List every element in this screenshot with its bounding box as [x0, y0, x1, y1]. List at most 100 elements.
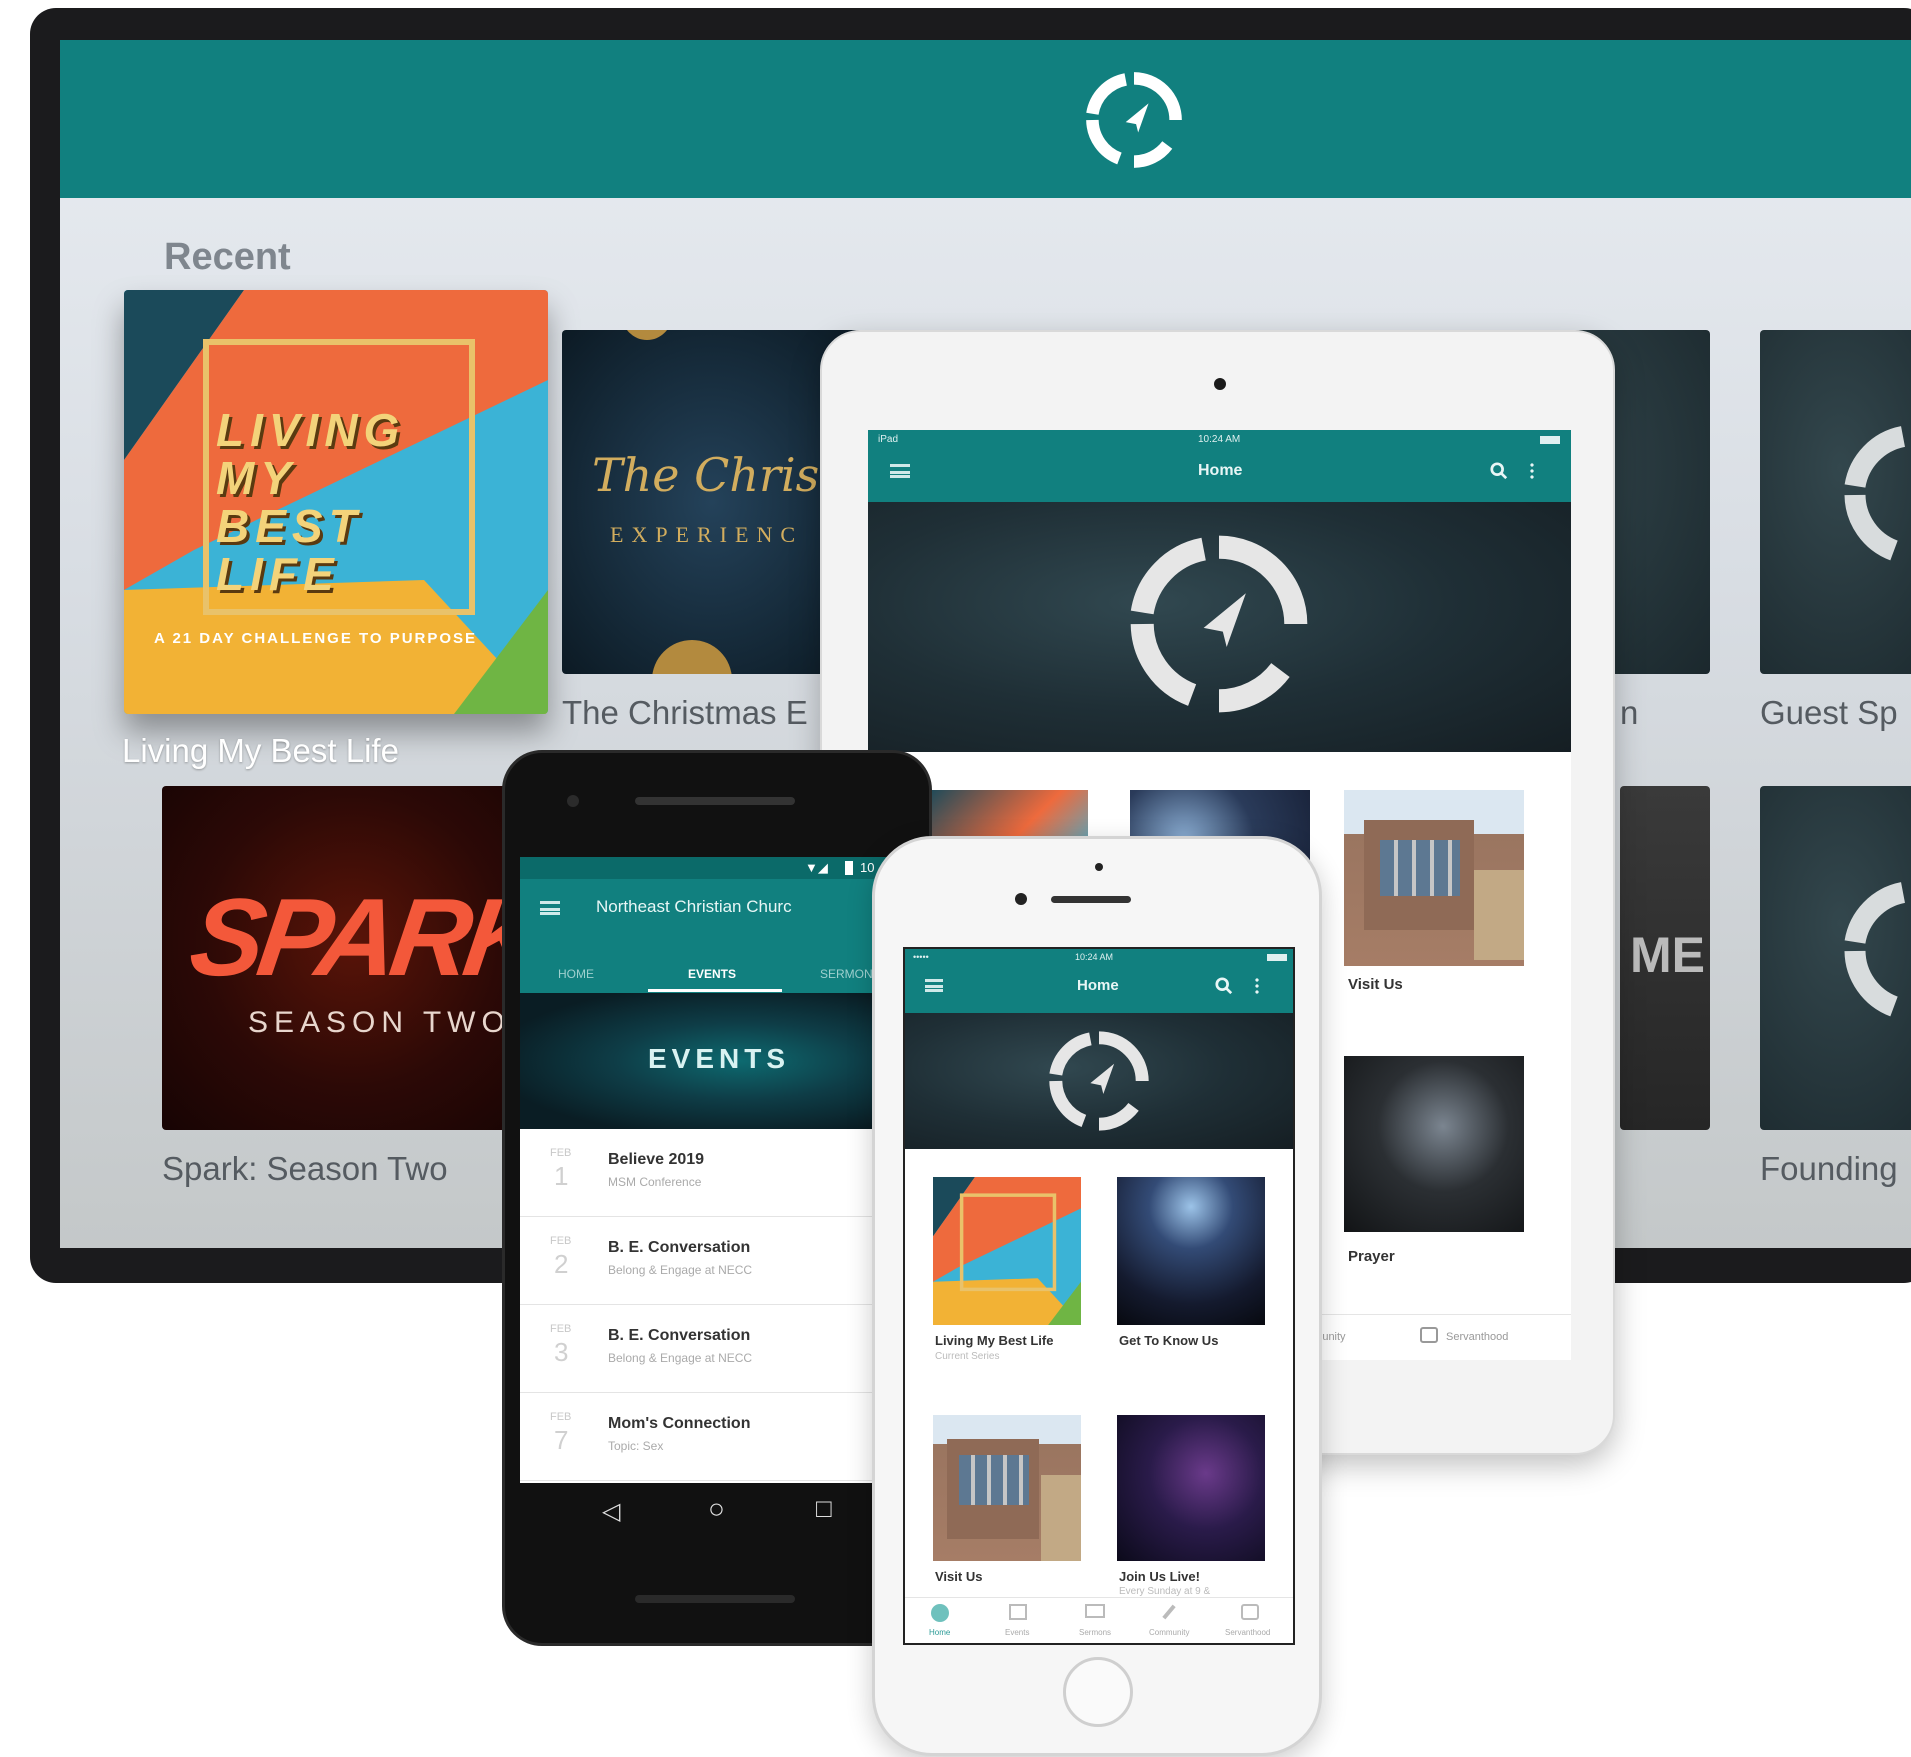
event-row[interactable]: FEB 7 Mom's Connection Topic: Sex — [520, 1393, 920, 1481]
tablet-tile-visit-us[interactable] — [1344, 790, 1524, 966]
nav-recents-button[interactable]: □ — [816, 1493, 832, 1524]
tab-sermons[interactable]: Sermons — [1079, 1628, 1111, 1637]
tv-card-living-my-best-life[interactable]: LIVING MY BEST LIFE A 21 DAY CHALLENGE T… — [124, 290, 548, 714]
sermons-tab-icon — [1085, 1604, 1105, 1618]
event-day: 7 — [554, 1425, 569, 1455]
tv-card-christmas[interactable]: The Christmas EXPERIENC — [562, 330, 862, 674]
more-vert-icon[interactable] — [1255, 977, 1259, 995]
nav-home-button[interactable]: ○ — [708, 1493, 725, 1525]
tv-card-label: Guest Sp — [1760, 694, 1898, 731]
tv-card-me[interactable]: ME — [1620, 786, 1710, 1130]
event-day: 1 — [554, 1161, 569, 1191]
search-icon[interactable] — [1215, 977, 1233, 995]
ornament — [652, 640, 732, 674]
card-art-sub: SEASON TWO — [248, 1006, 511, 1039]
tv-card-label: Spark: Season Two — [162, 1150, 448, 1187]
event-row[interactable]: FEB 3 B. E. Conversation Belong & Engage… — [520, 1305, 920, 1393]
android-nav-buttons: ◁ ○ □ — [520, 1483, 920, 1539]
tile-label: Visit Us — [1348, 976, 1403, 993]
event-month: FEB — [550, 1235, 572, 1247]
menu-icon[interactable] — [540, 901, 560, 915]
tile-sub: Every Sunday at 9 & — [1119, 1586, 1211, 1597]
iphone-speaker — [1051, 896, 1131, 903]
battery-icon — [1540, 436, 1560, 444]
menu-icon[interactable] — [890, 464, 910, 478]
events-tab-icon — [1009, 1604, 1027, 1620]
tv-card-label: Living My Best Life — [122, 732, 399, 769]
iphone-front-sensor — [1095, 863, 1103, 871]
android-hero: EVENTS — [520, 993, 920, 1129]
event-sub: Topic: Sex — [608, 1439, 664, 1453]
card-art-sub: EXPERIENC — [610, 522, 803, 547]
tv-card-guest-speaker[interactable] — [1760, 330, 1911, 674]
search-icon[interactable] — [1490, 462, 1508, 480]
android-tabs: HOME EVENTS SERMON — [520, 955, 920, 993]
marketing-composite: Recent LIVING MY BEST LIFE A 21 DAY CHAL… — [0, 0, 1911, 1757]
tab-home[interactable]: Home — [929, 1628, 950, 1637]
tile-label: Visit Us — [935, 1569, 983, 1584]
battery-icon — [1267, 954, 1287, 961]
menu-icon[interactable] — [925, 979, 943, 992]
tab-community[interactable]: Community — [1149, 1628, 1189, 1637]
tablet-title: Home — [1198, 462, 1243, 479]
tab-sermons[interactable]: SERMON — [820, 967, 873, 981]
android-speaker — [635, 797, 795, 805]
iphone-screen: ••••• 10:24 AM Home Living My Best Life … — [903, 947, 1295, 1645]
iphone-title: Home — [1077, 977, 1119, 994]
iphone-appbar: ••••• 10:24 AM Home — [905, 949, 1293, 1013]
android-statusbar: ▼◢ 10 — [520, 857, 920, 879]
event-row[interactable]: FEB 1 Believe 2019 MSM Conference — [520, 1129, 920, 1217]
card-art-title: LIVING MY BEST LIFE — [216, 404, 406, 600]
iphone-tile-series[interactable] — [933, 1177, 1081, 1325]
android-status-time: 10 — [860, 860, 875, 875]
android-appbar: ▼◢ 10 Northeast Christian Churc HOME EVE… — [520, 857, 920, 993]
android-camera — [567, 795, 579, 807]
iphone-tile-get-to-know-us[interactable] — [1117, 1177, 1265, 1325]
iphone-tile-join-us-live[interactable] — [1117, 1415, 1265, 1561]
community-tab-icon — [1162, 1604, 1176, 1620]
compass-logo-icon — [1844, 426, 1906, 561]
tv-card-label: n — [1620, 694, 1639, 731]
iphone-hero — [905, 1013, 1293, 1149]
event-day: 2 — [554, 1249, 569, 1279]
tab-events[interactable]: EVENTS — [688, 967, 736, 981]
event-month: FEB — [550, 1411, 572, 1423]
tab-events[interactable]: Events — [1005, 1628, 1029, 1637]
card-art-text: ME — [1630, 927, 1705, 983]
event-title: B. E. Conversation — [608, 1327, 751, 1344]
compass-logo-icon — [1844, 882, 1906, 1017]
event-sub: Belong & Engage at NECC — [608, 1263, 753, 1277]
card-art-tagline: A 21 DAY CHALLENGE TO PURPOSE — [154, 630, 478, 647]
tile-label: Get To Know Us — [1119, 1333, 1219, 1348]
tab-home[interactable]: HOME — [558, 967, 594, 981]
compass-logo-icon — [1049, 1031, 1149, 1131]
hero-title: EVENTS — [648, 1043, 791, 1074]
tab-servanthood[interactable]: Servanthood — [1225, 1628, 1270, 1637]
nav-back-button[interactable]: ◁ — [602, 1497, 620, 1526]
tile-sub: Current Series — [935, 1351, 1000, 1362]
tile-label: Join Us Live! — [1119, 1569, 1200, 1584]
event-month: FEB — [550, 1323, 572, 1335]
android-title: Northeast Christian Churc — [596, 897, 792, 916]
event-day: 3 — [554, 1337, 569, 1367]
more-vert-icon[interactable] — [1530, 462, 1534, 480]
tile-label: Living My Best Life — [935, 1333, 1054, 1348]
tv-card-spark[interactable]: SPARK SEASON TWO — [162, 786, 542, 1130]
section-title: Recent — [164, 236, 291, 278]
tile-label: Prayer — [1348, 1248, 1395, 1265]
tablet-tile-prayer[interactable] — [1344, 1056, 1524, 1232]
android-device: ▼◢ 10 Northeast Christian Churc HOME EVE… — [502, 750, 932, 1646]
event-title: B. E. Conversation — [608, 1239, 751, 1256]
iphone-home-button[interactable] — [1063, 1657, 1133, 1727]
ornament — [622, 330, 672, 340]
event-row[interactable]: FEB 2 B. E. Conversation Belong & Engage… — [520, 1217, 920, 1305]
tab-servanthood[interactable]: Servanthood — [1446, 1331, 1508, 1343]
iphone-status-time: 10:24 AM — [1075, 952, 1114, 962]
android-speaker — [635, 1595, 795, 1603]
tv-card-founding[interactable] — [1760, 786, 1911, 1130]
iphone-tile-visit-us[interactable] — [933, 1415, 1081, 1561]
card-art-title: SPARK — [183, 876, 542, 999]
tablet-status-left: iPad — [878, 434, 899, 445]
tile-art — [933, 1177, 1081, 1325]
iphone-status-left: ••••• — [913, 952, 929, 962]
